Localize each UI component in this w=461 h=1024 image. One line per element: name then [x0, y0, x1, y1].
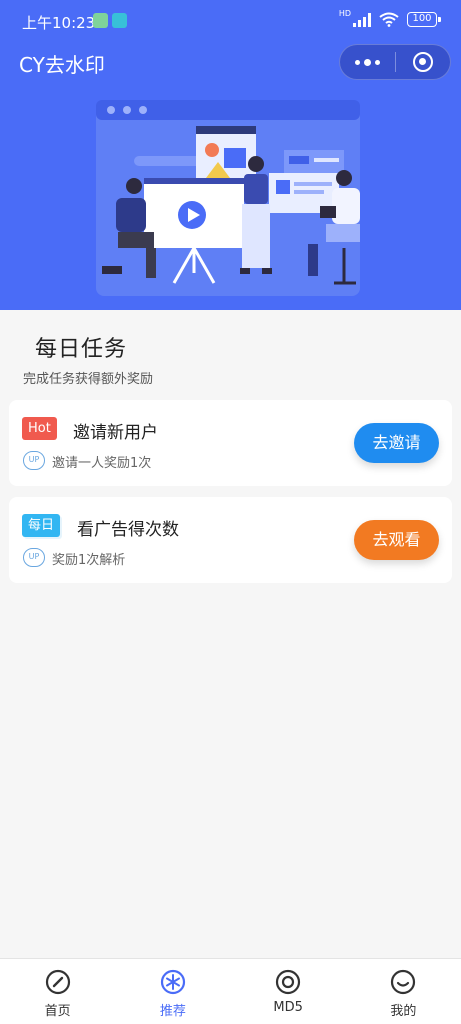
- banner: 上午10:23 HD 100 CY去水印: [0, 0, 461, 310]
- tab-mine[interactable]: 我的: [346, 959, 461, 1024]
- watch-ad-button[interactable]: 去观看: [354, 520, 439, 560]
- daily-task-subtitle: 完成任务获得额外奖励: [23, 372, 154, 387]
- task-title: 看广告得次数: [77, 520, 179, 540]
- banner-illustration: [96, 100, 360, 296]
- app-notification-icon: [93, 13, 108, 28]
- task-desc: 邀请一人奖励1次: [52, 456, 152, 471]
- task-title: 邀请新用户: [73, 423, 158, 443]
- task-card-watch-ad: 每日 看广告得次数 UP 奖励1次解析 去观看: [9, 497, 452, 583]
- mini-program-capsule: [339, 44, 451, 80]
- tab-bar: 首页 推荐 MD5 我的: [0, 958, 461, 1024]
- tab-label: MD5: [273, 1000, 303, 1015]
- hot-tag: Hot: [22, 417, 57, 440]
- tab-label: 我的: [390, 1004, 417, 1019]
- status-right: HD 100: [338, 9, 441, 27]
- more-dot-icon: [374, 59, 380, 65]
- wifi-icon: [379, 12, 399, 27]
- notification-icons: [93, 13, 127, 28]
- compass-icon: [45, 969, 70, 995]
- tab-home[interactable]: 首页: [0, 959, 115, 1024]
- daily-task-title: 每日任务: [35, 337, 128, 362]
- smile-icon: [391, 969, 416, 995]
- tab-md5[interactable]: MD5: [231, 959, 346, 1024]
- more-button[interactable]: [340, 44, 395, 80]
- network-label: HD: [338, 9, 351, 18]
- app-notification-icon: [112, 13, 127, 28]
- status-time: 上午10:23: [22, 14, 96, 32]
- up-badge-icon: UP: [23, 548, 45, 567]
- battery-icon: 100: [407, 12, 441, 27]
- up-badge-icon: UP: [23, 451, 45, 470]
- snowflake-icon: [160, 969, 185, 995]
- invite-button[interactable]: 去邀请: [354, 423, 439, 463]
- tab-recommend[interactable]: 推荐: [115, 959, 230, 1024]
- target-icon: [276, 969, 301, 995]
- task-card-invite: Hot 邀请新用户 UP 邀请一人奖励1次 去邀请: [9, 400, 452, 486]
- tab-label: 推荐: [159, 1004, 186, 1019]
- close-button[interactable]: [395, 44, 450, 80]
- signal-icon: [353, 12, 371, 27]
- more-dot-icon: [363, 58, 371, 66]
- close-target-icon: [412, 52, 433, 72]
- status-bar: 上午10:23 HD 100: [0, 0, 461, 44]
- tab-label: 首页: [44, 1004, 71, 1019]
- page-title: CY去水印: [19, 53, 105, 77]
- daily-tag: 每日: [22, 514, 61, 537]
- more-dot-icon: [354, 59, 360, 65]
- task-desc: 奖励1次解析: [52, 553, 126, 568]
